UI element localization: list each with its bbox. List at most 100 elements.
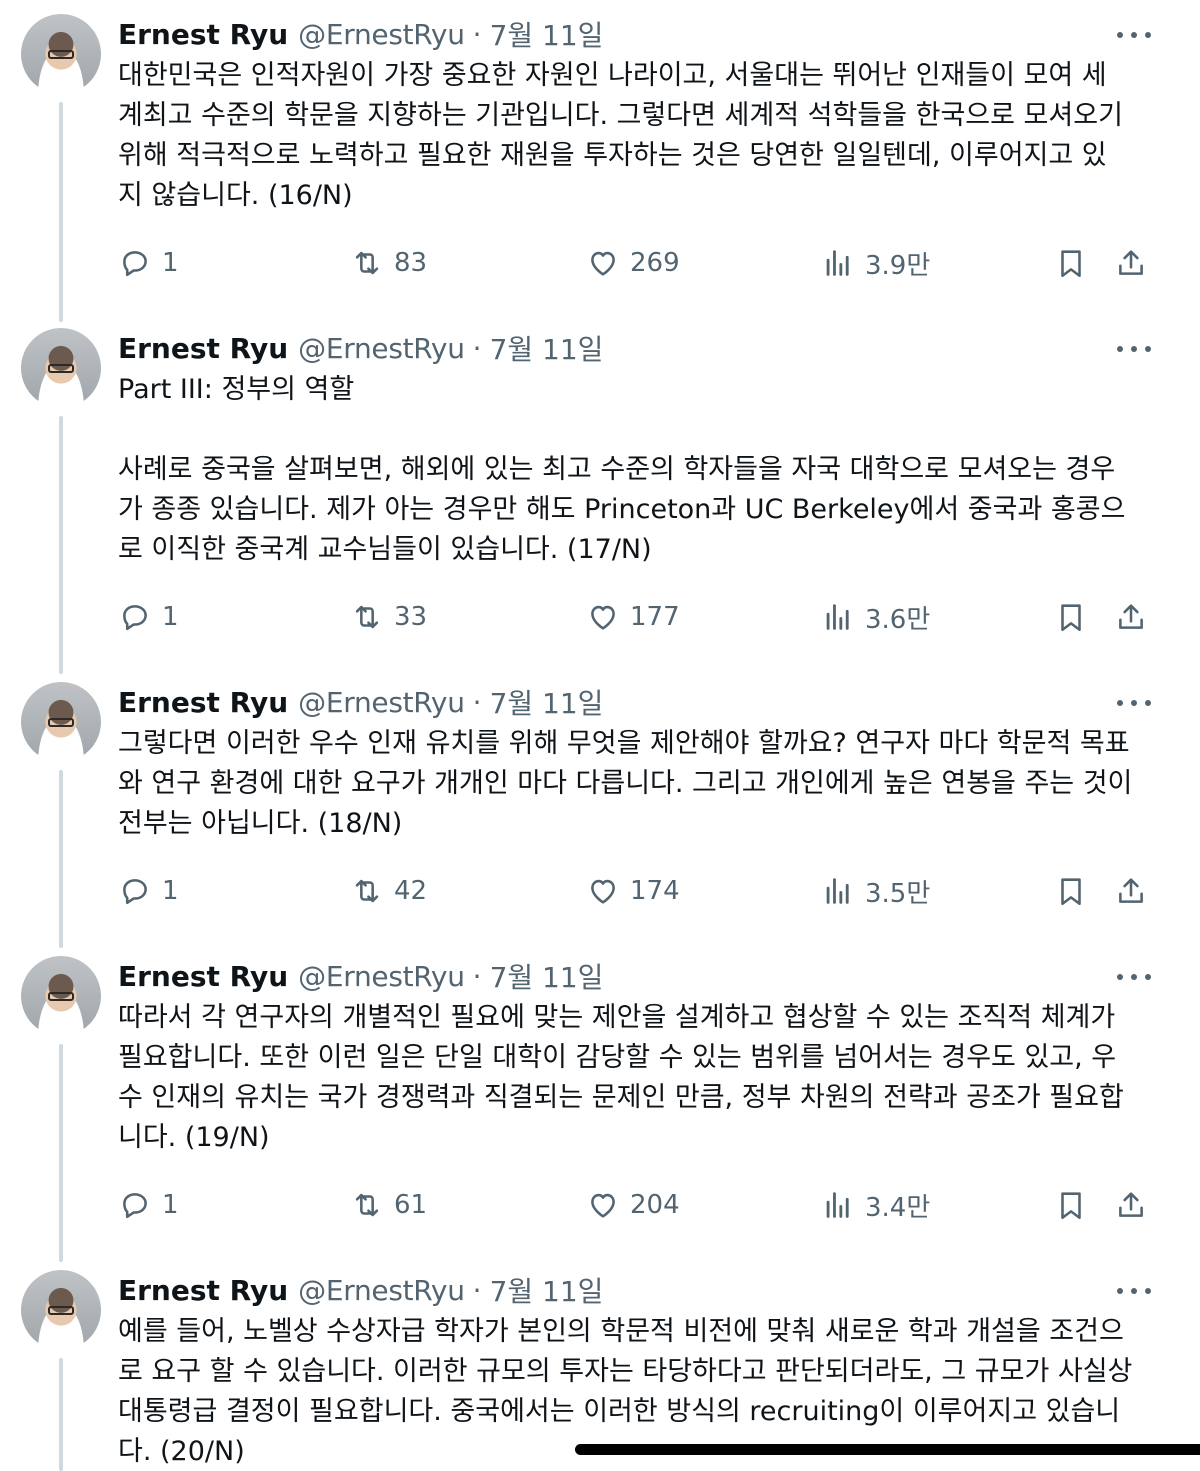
separator: · [472, 685, 482, 719]
author-name[interactable]: Ernest Ryu [118, 332, 288, 365]
tweet-text-line: 지 않습니다. (16/N) [118, 180, 353, 211]
views-button[interactable]: 3.5만 [821, 873, 930, 909]
timestamp[interactable]: 7월 11일 [490, 14, 604, 54]
views-count: 3.4만 [865, 1192, 931, 1223]
author-handle[interactable]: @ErnestRyu [298, 960, 465, 993]
views-chart-icon [826, 878, 849, 904]
avatar[interactable] [21, 956, 101, 1036]
separator: · [472, 1273, 482, 1307]
tweet-text: 따라서 각 연구자의 개별적인 필요에 맞는 제안을 설계하고 협상할 수 있는… [118, 998, 1158, 1158]
heart-icon [591, 1193, 615, 1218]
like-button[interactable]: 174 [586, 873, 680, 909]
reply-button[interactable]: 1 [118, 245, 179, 281]
heart-icon [591, 251, 615, 276]
timestamp[interactable]: 7월 11일 [490, 956, 604, 996]
views-button[interactable]: 3.6만 [821, 599, 930, 635]
action-bar: 1 42 174 3.5만 [118, 873, 1158, 909]
bookmark-icon [1061, 878, 1081, 906]
more-options-icon[interactable] [1117, 339, 1151, 359]
like-button[interactable]: 204 [586, 1187, 680, 1223]
author-name[interactable]: Ernest Ryu [118, 960, 288, 993]
views-count: 3.9만 [865, 250, 931, 281]
reply-count: 1 [162, 1190, 179, 1220]
share-button[interactable] [1114, 1187, 1148, 1223]
separator: · [472, 17, 482, 51]
tweet-text-line: 가 종종 있습니다. 제가 아는 경우만 해도 Princeton과 UC Be… [118, 494, 1126, 525]
like-button[interactable]: 177 [586, 599, 680, 635]
repost-count: 61 [394, 1190, 428, 1220]
tweet-header: Ernest Ryu @ErnestRyu · 7월 11일 [118, 956, 603, 996]
home-indicator[interactable] [575, 1444, 1200, 1455]
more-options-icon[interactable] [1117, 693, 1151, 713]
repost-icon [355, 879, 379, 903]
views-button[interactable]: 3.4만 [821, 1187, 930, 1223]
tweet-header: Ernest Ryu @ErnestRyu · 7월 11일 [118, 682, 603, 722]
tweet-text-line [118, 410, 1158, 450]
tweet-text-line: 로 이직한 중국계 교수님들이 있습니다. (17/N) [118, 534, 652, 565]
share-button[interactable] [1114, 873, 1148, 909]
timestamp[interactable]: 7월 11일 [490, 682, 604, 722]
glasses-graphic [48, 1306, 74, 1315]
separator: · [472, 331, 482, 365]
author-name[interactable]: Ernest Ryu [118, 18, 288, 51]
repost-button[interactable]: 42 [350, 873, 427, 909]
avatar[interactable] [21, 14, 101, 94]
more-options-icon[interactable] [1117, 967, 1151, 987]
share-button[interactable] [1114, 245, 1148, 281]
glasses-graphic [48, 50, 74, 59]
tweet-text-line: 위해 적극적으로 노력하고 필요한 재원을 투자하는 것은 당연한 일일텐데, … [118, 140, 1107, 171]
like-count: 269 [630, 248, 680, 278]
author-handle[interactable]: @ErnestRyu [298, 18, 465, 51]
reply-button[interactable]: 1 [118, 873, 179, 909]
bookmark-button[interactable] [1054, 873, 1088, 909]
action-bar: 1 83 269 3.9만 [118, 245, 1158, 281]
like-button[interactable]: 269 [586, 245, 680, 281]
repost-count: 33 [394, 602, 428, 632]
heart-icon [591, 605, 615, 630]
bookmark-button[interactable] [1054, 599, 1088, 635]
bookmark-button[interactable] [1054, 1187, 1088, 1223]
tweet-text-line: 전부는 아닙니다. (18/N) [118, 808, 403, 839]
repost-button[interactable]: 61 [350, 1187, 427, 1223]
tweet-text-line: 사례로 중국을 살펴보면, 해외에 있는 최고 수준의 학자들을 자국 대학으로… [118, 454, 1116, 485]
tweet-text-line: 예를 들어, 노벨상 수상자급 학자가 본인의 학문적 비전에 맞춰 새로운 학… [118, 1316, 1124, 1347]
bookmark-icon [1061, 250, 1081, 278]
repost-button[interactable]: 33 [350, 599, 427, 635]
reply-icon [123, 605, 147, 631]
author-name[interactable]: Ernest Ryu [118, 686, 288, 719]
thread-line [59, 416, 63, 674]
action-bar: 1 61 204 3.4만 [118, 1187, 1158, 1223]
timestamp[interactable]: 7월 11일 [490, 328, 604, 368]
tweet-text-line: 대통령급 결정이 필요합니다. 중국에서는 이러한 방식의 recruiting… [118, 1396, 1121, 1427]
reply-button[interactable]: 1 [118, 1187, 179, 1223]
author-handle[interactable]: @ErnestRyu [298, 686, 465, 719]
share-button[interactable] [1114, 599, 1148, 635]
reply-button[interactable]: 1 [118, 599, 179, 635]
avatar[interactable] [21, 1270, 101, 1350]
tweet-header: Ernest Ryu @ErnestRyu · 7월 11일 [118, 328, 603, 368]
more-options-icon[interactable] [1117, 1281, 1151, 1301]
timestamp[interactable]: 7월 11일 [490, 1270, 604, 1310]
thread-line [59, 102, 63, 322]
tweet-text-line: Part III: 정부의 역할 [118, 374, 355, 405]
author-name[interactable]: Ernest Ryu [118, 1274, 288, 1307]
repost-button[interactable]: 83 [350, 245, 427, 281]
avatar[interactable] [21, 682, 101, 762]
repost-count: 42 [394, 876, 428, 906]
avatar[interactable] [21, 328, 101, 408]
reply-icon [123, 1193, 147, 1219]
author-handle[interactable]: @ErnestRyu [298, 1274, 465, 1307]
heart-icon [591, 879, 615, 904]
share-icon [1119, 250, 1143, 275]
like-count: 174 [630, 876, 680, 906]
thread-line [59, 770, 63, 948]
tweet-text-line: 수 인재의 유치는 국가 경쟁력과 직결되는 문제인 만큼, 정부 차원의 전략… [118, 1082, 1124, 1113]
bookmark-button[interactable] [1054, 245, 1088, 281]
more-options-icon[interactable] [1117, 25, 1151, 45]
separator: · [472, 959, 482, 993]
glasses-graphic [48, 364, 74, 373]
views-button[interactable]: 3.9만 [821, 245, 930, 281]
repost-count: 83 [394, 248, 428, 278]
author-handle[interactable]: @ErnestRyu [298, 332, 465, 365]
reply-icon [123, 879, 147, 905]
